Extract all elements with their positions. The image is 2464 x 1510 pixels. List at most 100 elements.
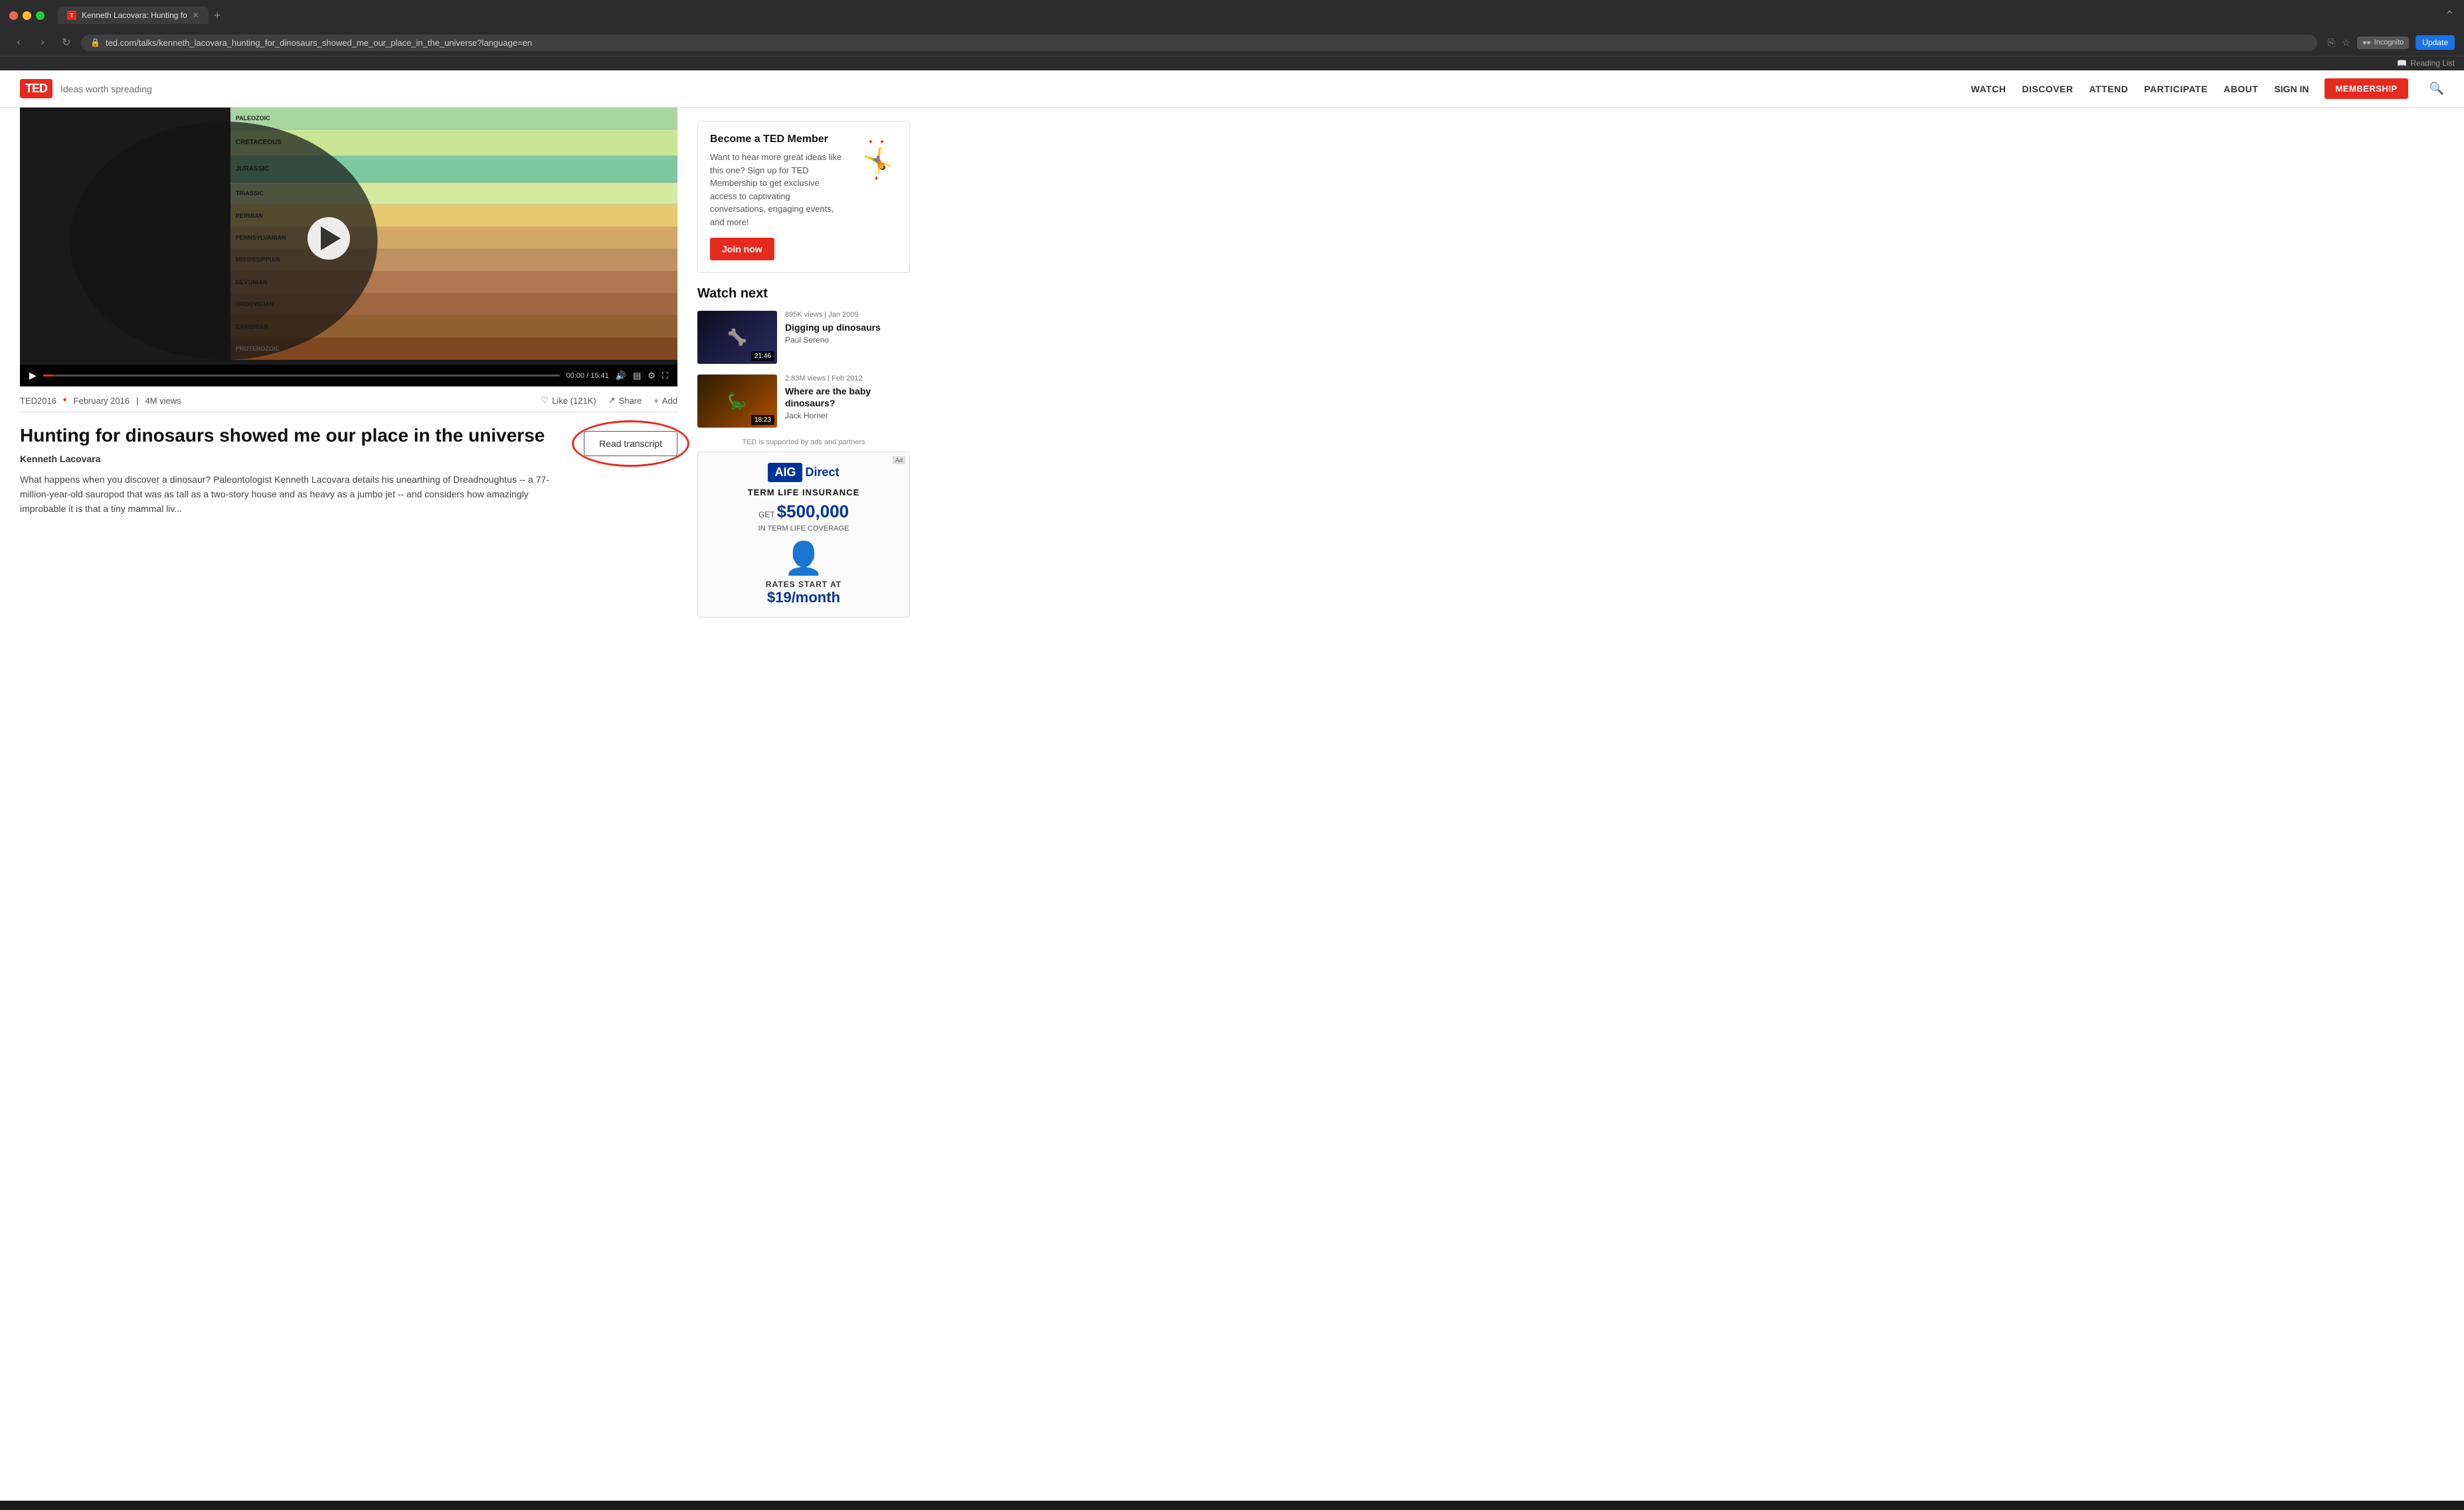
close-button[interactable] xyxy=(9,11,18,20)
play-button[interactable] xyxy=(308,217,350,260)
ted-nav: WATCH DISCOVER ATTEND PARTICIPATE ABOUT … xyxy=(1971,78,2444,99)
reload-button[interactable]: ↻ xyxy=(57,33,76,52)
play-icon xyxy=(321,226,341,250)
ad-section: TED is supported by ads and partners Ad … xyxy=(697,438,910,618)
join-now-button[interactable]: Join now xyxy=(710,238,774,260)
talk-2-speaker: Jack Horner xyxy=(785,411,910,420)
new-tab-button[interactable]: + xyxy=(214,9,221,23)
ad-rates-label: RATES START AT xyxy=(709,580,899,589)
share-icon: ↗ xyxy=(608,395,616,406)
talk-1-info: 895K views | Jan 2009 Digging up dinosau… xyxy=(785,311,910,364)
thumb-2-icon: 🦕 xyxy=(727,392,747,411)
watch-next-card-1[interactable]: 🦴 21:46 895K views | Jan 2009 Digging up… xyxy=(697,311,910,364)
deco-dots-bottom: ✦ xyxy=(873,175,881,183)
ad-amount: $500,000 xyxy=(777,501,849,521)
video-controls: ▶ 00:00 / 15:41 🔊 ▤ ⚙ ⛶ xyxy=(20,365,677,386)
talk-2-info: 2.83M views | Feb 2012 Where are the bab… xyxy=(785,375,910,428)
thumb-1-icon: 🦴 xyxy=(727,328,747,347)
talk-text: Hunting for dinosaurs showed me our plac… xyxy=(20,424,571,517)
search-icon[interactable]: 🔍 xyxy=(2429,82,2444,96)
minimize-button[interactable] xyxy=(23,11,31,20)
window-controls[interactable]: ⌃ xyxy=(2445,9,2455,23)
like-button[interactable]: ♡ Like (121K) xyxy=(541,395,596,406)
tab-bar: T Kenneth Lacovara: Hunting fo ✕ + xyxy=(58,7,2438,24)
talk-thumbnail-1: 🦴 21:46 xyxy=(697,311,777,364)
talk-meta-actions: ♡ Like (121K) ↗ Share + Add xyxy=(541,395,677,406)
talk-2-meta: 2.83M views | Feb 2012 xyxy=(785,375,910,382)
talk-views: 4M views xyxy=(145,396,181,406)
watch-next-section: Watch next 🦴 21:46 895K views | Jan 2009… xyxy=(697,286,910,618)
transcript-button-wrapper: Read transcript xyxy=(584,424,677,456)
talk-summary: What happens when you discover a dinosau… xyxy=(20,472,571,517)
talk-event: TED2016 xyxy=(20,396,56,406)
ad-product: TERM LIFE INSURANCE xyxy=(709,487,899,497)
update-button[interactable]: Update xyxy=(2416,35,2455,50)
back-button[interactable]: ‹ xyxy=(9,33,28,52)
heart-icon: ♡ xyxy=(541,395,549,406)
play-pause-button[interactable]: ▶ xyxy=(29,370,37,381)
video-player[interactable]: PALEOZOIC CRETACEOUS JURASSIC TRIASSIC P… xyxy=(20,108,677,386)
nav-discover[interactable]: DISCOVER xyxy=(2022,84,2073,94)
cast-icon[interactable]: ⎘ xyxy=(2328,37,2335,48)
ad-price: $19/month xyxy=(709,589,899,606)
reading-list-icon: 📖 xyxy=(2397,58,2407,68)
reading-list-bar: 📖 Reading List xyxy=(0,56,2464,70)
nav-about[interactable]: ABOUT xyxy=(2224,84,2258,94)
deco-dots-top: ✦ ✦ xyxy=(868,139,887,146)
subtitle-icon[interactable]: ▤ xyxy=(633,371,641,381)
talk-description: Hunting for dinosaurs showed me our plac… xyxy=(20,412,677,529)
add-icon: + xyxy=(654,396,659,406)
aig-direct: Direct xyxy=(805,465,839,479)
browser-actions: ⎘ ☆ 🕶 Incognito Update xyxy=(2328,35,2455,50)
aig-logo: AIG Direct xyxy=(709,463,899,482)
tab-favicon: T xyxy=(67,11,76,20)
talk-title: Hunting for dinosaurs showed me our plac… xyxy=(20,424,571,447)
content-right: Become a TED Member Want to hear more gr… xyxy=(697,108,910,618)
ad-coverage-label: GET $500,000 xyxy=(709,501,899,522)
nav-watch[interactable]: WATCH xyxy=(1971,84,2006,94)
membership-decoration: ✦ ✦ 🤸 ✦ xyxy=(857,133,897,260)
ted-tagline: Ideas worth spreading xyxy=(60,84,152,94)
talk-meta-info: TED2016 • February 2016 | 4M views xyxy=(20,394,181,406)
membership-title: Become a TED Member xyxy=(710,133,848,145)
tab-close-icon[interactable]: ✕ xyxy=(193,11,199,20)
talk-1-duration: 21:46 xyxy=(751,351,774,361)
membership-description: Want to hear more great ideas like this … xyxy=(710,151,848,228)
membership-card: Become a TED Member Want to hear more gr… xyxy=(697,121,910,273)
time-display: 00:00 / 15:41 xyxy=(567,372,609,380)
talk-2-title: Where are the baby dinosaurs? xyxy=(785,385,910,409)
nav-participate[interactable]: PARTICIPATE xyxy=(2144,84,2208,94)
talk-separator: | xyxy=(136,396,138,406)
talk-1-title: Digging up dinosaurs xyxy=(785,321,910,333)
browser-chrome: T Kenneth Lacovara: Hunting fo ✕ + ⌃ ‹ ›… xyxy=(0,0,2464,70)
forward-button[interactable]: › xyxy=(33,33,52,52)
watch-next-title: Watch next xyxy=(697,286,910,301)
share-button[interactable]: ↗ Share xyxy=(608,395,642,406)
active-tab[interactable]: T Kenneth Lacovara: Hunting fo ✕ xyxy=(58,7,209,24)
share-label: Share xyxy=(619,396,642,406)
read-transcript-button[interactable]: Read transcript xyxy=(584,431,677,456)
address-bar[interactable]: 🔒 ted.com/talks/kenneth_lacovara_hunting… xyxy=(81,35,2317,51)
watch-next-card-2[interactable]: 🦕 18:23 2.83M views | Feb 2012 Where are… xyxy=(697,375,910,428)
maximize-button[interactable] xyxy=(36,11,44,20)
bookmark-icon[interactable]: ☆ xyxy=(2342,37,2350,48)
fullscreen-icon[interactable]: ⛶ xyxy=(662,371,668,381)
browser-controls: ‹ › ↻ 🔒 ted.com/talks/kenneth_lacovara_h… xyxy=(0,29,2464,56)
traffic-lights xyxy=(9,11,44,20)
ted-logo[interactable]: TED Ideas worth spreading xyxy=(20,79,152,98)
volume-icon[interactable]: 🔊 xyxy=(616,371,626,381)
progress-bar[interactable] xyxy=(43,375,560,377)
ad-coverage-detail: IN TERM LIFE COVERAGE xyxy=(709,525,899,533)
sign-in-button[interactable]: SIGN IN xyxy=(2274,84,2309,94)
ad-card[interactable]: Ad AIG Direct TERM LIFE INSURANCE GET $5… xyxy=(697,452,910,618)
nav-attend[interactable]: ATTEND xyxy=(2089,84,2129,94)
lock-icon: 🔒 xyxy=(90,38,100,47)
add-button[interactable]: + Add xyxy=(654,396,677,406)
transcript-area: Hunting for dinosaurs showed me our plac… xyxy=(20,424,677,517)
membership-button[interactable]: MEMBERSHIP xyxy=(2325,78,2408,99)
membership-info: Become a TED Member Want to hear more gr… xyxy=(710,133,848,260)
reading-list-item[interactable]: 📖 Reading List xyxy=(2397,58,2455,68)
settings-icon[interactable]: ⚙ xyxy=(648,371,656,381)
page-wrapper: TED Ideas worth spreading WATCH DISCOVER… xyxy=(0,70,2464,1501)
tab-title: Kenneth Lacovara: Hunting fo xyxy=(82,11,187,20)
